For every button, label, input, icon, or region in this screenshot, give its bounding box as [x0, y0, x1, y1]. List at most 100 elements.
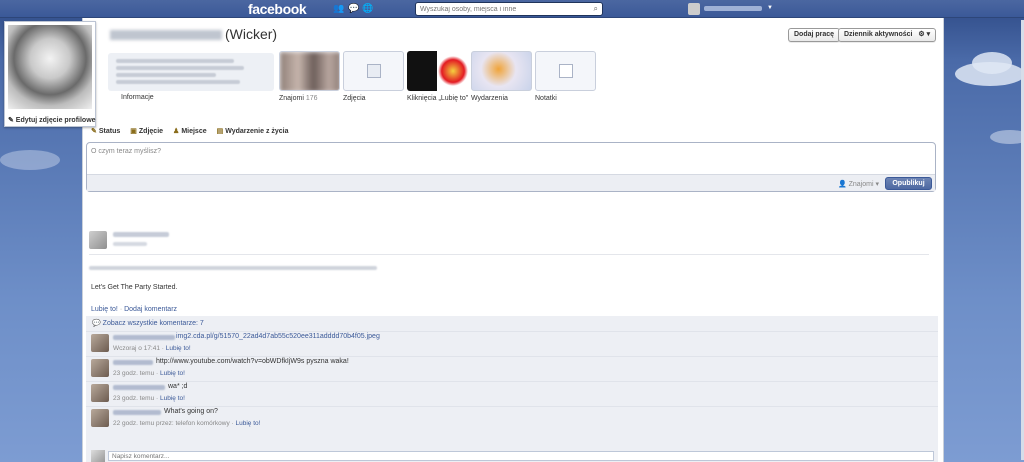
search-input[interactable]	[420, 3, 588, 15]
likes-tile-label[interactable]: Kliknięcia „Lubię to"	[407, 95, 468, 102]
tab-place[interactable]: ♟ Miejsce	[173, 127, 207, 135]
post-actions: Lubię to! · Dodaj komentarz	[91, 306, 177, 313]
tab-life-event[interactable]: ▤ Wydarzenie z życia	[217, 127, 289, 135]
person-pin-icon: ♟	[173, 128, 180, 135]
friends-tile[interactable]	[279, 51, 340, 91]
comment-like-link[interactable]: Lubię to!	[235, 420, 260, 427]
messages-icon[interactable]: 💬	[348, 4, 359, 13]
comment-item: wa* ;d 23 godz. temu · Lubię to!	[86, 381, 938, 405]
edit-profile-photo-button[interactable]: ✎ Edytuj zdjęcie profilowe	[8, 116, 96, 124]
post-timestamp[interactable]	[113, 242, 147, 246]
commenter-avatar[interactable]	[91, 334, 109, 352]
info-summary-tile[interactable]	[108, 53, 274, 91]
calendar-icon: ▤	[216, 128, 224, 135]
commenter-name[interactable]	[113, 360, 153, 365]
audience-selector[interactable]: 👤 Znajomi ▾	[838, 180, 879, 188]
timeline-page: ✎ Edytuj zdjęcie profilowe (Wicker) Doda…	[4, 18, 944, 462]
comment-time: Wczoraj o 17:41	[113, 345, 160, 352]
commenter-avatar[interactable]	[91, 359, 109, 377]
comment-meta: 22 godz. temu przez: telefon komórkowy ·…	[113, 420, 261, 427]
chevron-down-icon: ▾	[875, 181, 879, 188]
profile-name[interactable]: (Wicker)	[110, 26, 277, 42]
facebook-logo[interactable]: facebook	[248, 1, 307, 17]
photo-icon	[367, 64, 381, 78]
post-divider	[89, 254, 929, 255]
tab-status[interactable]: ✎ Status	[91, 127, 120, 135]
friends-thumbnails	[280, 52, 339, 90]
comment-item: What's going on? 22 godz. temu przez: te…	[86, 406, 938, 438]
notes-tile-label[interactable]: Notatki	[535, 95, 557, 102]
add-job-button[interactable]: Dodaj pracę	[788, 28, 841, 42]
school-logo-thumbnail	[407, 51, 437, 91]
tab-photo[interactable]: ▣ Zdjęcie	[130, 127, 163, 135]
view-all-comments-label: Zobacz wszystkie komentarze: 7	[102, 320, 204, 327]
comment-meta: 23 godz. temu · Lubię to!	[113, 395, 185, 402]
account-avatar[interactable]	[688, 3, 700, 15]
notes-tile[interactable]	[535, 51, 596, 91]
status-input[interactable]: O czym teraz myślisz?	[91, 148, 161, 155]
redacted-info-line	[116, 80, 240, 84]
notifications-icon[interactable]: 🌐	[362, 4, 373, 13]
tab-status-label: Status	[98, 128, 121, 135]
tab-life-event-label: Wydarzenie z życia	[225, 128, 289, 135]
comment-text: What's going on?	[164, 408, 218, 415]
photos-tile-label[interactable]: Zdjęcia	[343, 95, 366, 102]
like-link[interactable]: Lubię to!	[91, 306, 118, 313]
friends-label: Znajomi	[279, 95, 304, 102]
publish-button[interactable]: Opublikuj	[885, 177, 932, 190]
comment-time: 23 godz. temu	[113, 370, 155, 377]
tab-photo-label: Zdjęcie	[138, 128, 164, 135]
commenter-name[interactable]	[113, 335, 175, 340]
comment-item: http://www.youtube.com/watch?v=obWDfkIjW…	[86, 356, 938, 380]
friends-tile-label[interactable]: Znajomi 176	[279, 95, 318, 102]
comment-text: http://www.youtube.com/watch?v=obWDfkIjW…	[156, 358, 349, 365]
commenter-name[interactable]	[113, 385, 165, 390]
profile-picture-frame: ✎ Edytuj zdjęcie profilowe	[4, 21, 96, 127]
activity-log-label: Dziennik aktywności	[844, 31, 913, 38]
comment-like-link[interactable]: Lubię to!	[160, 395, 185, 402]
profile-picture[interactable]	[8, 25, 92, 109]
composer-tabs: ✎ Status ▣ Zdjęcie ♟ Miejsce ▤ Wydarzenie z …	[91, 127, 289, 135]
audience-label: Znajomi	[848, 181, 874, 188]
comment-text[interactable]: img2.cda.pl/g/51570_22ad4d7ab55c520ee311…	[176, 333, 380, 340]
likes-tile[interactable]	[407, 51, 468, 91]
tab-place-label: Miejsce	[181, 128, 207, 135]
comment-like-link[interactable]: Lubię to!	[166, 345, 191, 352]
photos-tile[interactable]	[343, 51, 404, 91]
info-tile-label[interactable]: Informacje	[121, 94, 154, 101]
background-cloud	[0, 150, 60, 170]
friends-count: 176	[305, 95, 318, 102]
write-comment-row	[86, 450, 938, 462]
account-menu-chevron-icon[interactable]: ▼	[767, 5, 773, 11]
activity-log-button[interactable]: Dziennik aktywności ⚙ ▾	[838, 28, 937, 42]
comment-time: 23 godz. temu	[113, 395, 155, 402]
add-comment-link[interactable]: Dodaj komentarz	[124, 306, 177, 313]
status-icon: ✎	[91, 128, 97, 135]
commenter-avatar[interactable]	[91, 409, 109, 427]
note-icon	[559, 64, 573, 78]
commenter-name[interactable]	[113, 410, 161, 415]
comment-meta: Wczoraj o 17:41 · Lubię to!	[113, 345, 191, 352]
view-all-comments-link[interactable]: 💬 Zobacz wszystkie komentarze: 7	[92, 319, 204, 327]
account-name[interactable]	[704, 6, 762, 11]
post-author-avatar[interactable]	[89, 231, 107, 249]
comment-bubble-icon: 💬	[92, 320, 101, 327]
comment-like-link[interactable]: Lubię to!	[160, 370, 185, 377]
friend-requests-icon[interactable]: 👥	[333, 4, 344, 13]
events-tile[interactable]	[471, 51, 532, 91]
top-bar: facebook 👥 💬 🌐 ⌕ ▼	[0, 0, 1024, 18]
gear-icon: ⚙ ▾	[918, 31, 931, 38]
separator: ·	[119, 306, 123, 313]
events-tile-label[interactable]: Wydarzenia	[471, 95, 508, 102]
composer-footer: 👤 Znajomi ▾ Opublikuj	[87, 174, 935, 191]
search-icon[interactable]: ⌕	[594, 4, 598, 14]
comment-time: 22 godz. temu przez: telefon komórkowy	[113, 420, 230, 427]
status-composer: O czym teraz myślisz? 👤 Znajomi ▾ Opubli…	[86, 142, 936, 192]
background-cloud	[990, 130, 1024, 144]
post-author-name[interactable]	[113, 232, 169, 237]
commenter-avatar[interactable]	[91, 384, 109, 402]
comment-text: wa* ;d	[168, 383, 188, 390]
comment-meta: 23 godz. temu · Lubię to!	[113, 370, 185, 377]
comment-input[interactable]	[108, 451, 934, 461]
background-cloud	[972, 52, 1012, 74]
